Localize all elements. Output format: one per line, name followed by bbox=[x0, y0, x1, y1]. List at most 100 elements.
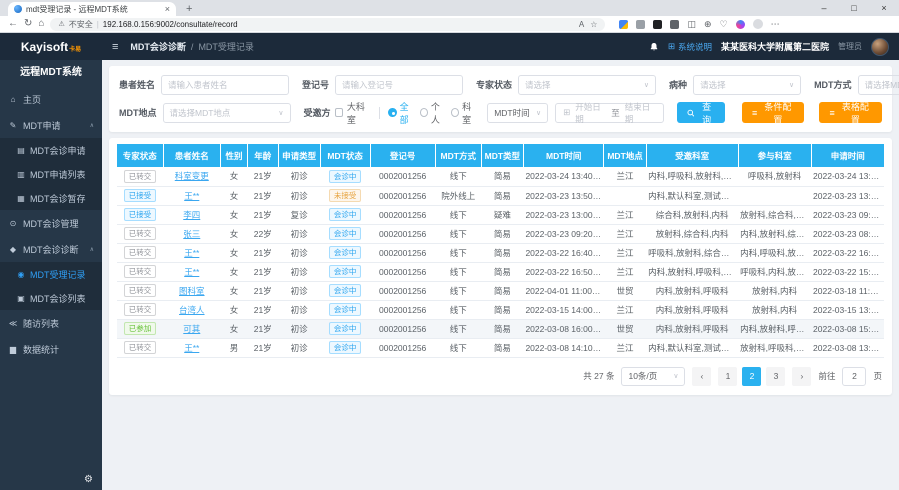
home-icon[interactable]: ⌂ bbox=[38, 19, 44, 29]
extension-icon-3[interactable] bbox=[653, 20, 662, 29]
sidebar: 远程MDT系统 ⌂ 主页 ✎ MDT申请 ∧ ▤ MDT会诊申请 ▥ MDT申请… bbox=[0, 60, 102, 490]
sidebar-item-followup[interactable]: ≪ 随访列表 bbox=[0, 310, 102, 336]
radio-all[interactable]: 全部 bbox=[388, 100, 415, 126]
column-header: 参与科室 bbox=[738, 144, 811, 167]
screen: mdt受理记录 - 远程MDT系统 × + – □ × ← ↻ ⌂ ⚠ 不安全 … bbox=[0, 0, 899, 490]
patient-name-link[interactable]: 可其 bbox=[183, 324, 200, 334]
sidebar-item-mdt-manage[interactable]: ⊙ MDT会诊管理 bbox=[0, 210, 102, 236]
browser-essentials-icon[interactable]: ♡ bbox=[720, 19, 728, 30]
extension-icon-2[interactable] bbox=[636, 20, 645, 29]
chevron-up-icon: ∧ bbox=[90, 246, 94, 253]
radio-personal[interactable]: 个人 bbox=[420, 100, 447, 126]
patient-name-link[interactable]: 王** bbox=[184, 267, 199, 277]
radio-dept[interactable]: 科室 bbox=[451, 100, 478, 126]
profile-avatar-icon[interactable] bbox=[753, 19, 763, 29]
patient-name-input[interactable] bbox=[161, 75, 289, 95]
cell-apply-type: 初诊 bbox=[278, 224, 320, 243]
address-bar[interactable]: ⚠ 不安全 | 192.168.0.156:9002/consultate/re… bbox=[50, 18, 605, 31]
refresh-icon[interactable]: ↻ bbox=[24, 19, 32, 29]
sidebar-item-mdt-consult-apply[interactable]: ▤ MDT会诊申请 bbox=[0, 138, 102, 162]
chevron-down-icon: ∨ bbox=[789, 81, 794, 89]
sidebar-item-mdt-apply[interactable]: ✎ MDT申请 ∧ bbox=[0, 112, 102, 138]
cell-participant-depts: 呼吸科,内科,放射科,影像科 bbox=[738, 262, 811, 281]
bell-icon[interactable] bbox=[649, 42, 659, 52]
table-row: 已接受 李四 女 21岁 复诊 会诊中 0002001256 线下 疑难 202… bbox=[117, 205, 884, 224]
browser-tab[interactable]: mdt受理记录 - 远程MDT系统 × bbox=[8, 2, 176, 16]
search-button[interactable]: 查询 bbox=[677, 102, 725, 123]
new-tab-button[interactable]: + bbox=[186, 2, 192, 16]
cell-age: 21岁 bbox=[247, 167, 278, 186]
mdt-location-select[interactable]: 请选择MDT地点 ∨ bbox=[163, 103, 291, 123]
gear-icon[interactable]: ⚙ bbox=[84, 474, 93, 485]
mdt-mode-select[interactable]: 请选择MDT方式 ∨ bbox=[858, 75, 899, 95]
split-screen-icon[interactable]: ◫ bbox=[687, 19, 696, 30]
table-config-button[interactable]: ≡ 表格配置 bbox=[819, 102, 882, 123]
sidebar-item-mdt-record[interactable]: ◉ MDT受理记录 bbox=[0, 262, 102, 286]
cell-expert-status: 已接受 bbox=[117, 205, 163, 224]
cell-mdt-status: 会诊中 bbox=[320, 281, 370, 300]
cell-patient-name: 科室变更 bbox=[163, 167, 221, 186]
cell-reg-no: 0002001256 bbox=[370, 186, 435, 205]
expert-status-tag: 已转交 bbox=[124, 265, 157, 279]
copilot-icon[interactable] bbox=[736, 20, 745, 29]
favorite-star-icon[interactable]: ☆ bbox=[590, 20, 597, 29]
system-help-link[interactable]: ⊞ 系统说明 bbox=[668, 41, 712, 53]
read-aloud-icon[interactable]: A bbox=[579, 20, 584, 29]
patient-name-link[interactable]: 李四 bbox=[183, 210, 200, 220]
menu-icon[interactable]: ⋯ bbox=[771, 19, 780, 30]
big-dept-checkbox[interactable] bbox=[335, 108, 343, 117]
sidebar-item-mdt-consult-list[interactable]: ▣ MDT会诊列表 bbox=[0, 286, 102, 310]
cell-gender: 女 bbox=[221, 205, 248, 224]
tab-close-icon[interactable]: × bbox=[165, 4, 170, 14]
chevron-down-icon: ∨ bbox=[673, 372, 678, 380]
patient-name-link[interactable]: 图科室 bbox=[179, 286, 205, 296]
cell-expert-status: 已转交 bbox=[117, 300, 163, 319]
page-button-1[interactable]: 1 bbox=[718, 367, 737, 386]
warning-icon: ⚠ bbox=[58, 20, 64, 28]
page-button-2[interactable]: 2 bbox=[742, 367, 761, 386]
cell-mdt-mode: 线下 bbox=[435, 281, 481, 300]
table-row: 已转交 张三 女 22岁 初诊 会诊中 0002001256 线下 简易 202… bbox=[117, 224, 884, 243]
user-avatar[interactable] bbox=[871, 38, 889, 56]
patient-name-link[interactable]: 科室变更 bbox=[175, 171, 209, 181]
prev-page-button[interactable]: ‹ bbox=[692, 367, 711, 386]
time-type-select[interactable]: MDT时间 ∨ bbox=[487, 103, 548, 123]
patient-name-link[interactable]: 台湾人 bbox=[179, 305, 205, 315]
back-icon[interactable]: ← bbox=[8, 19, 18, 29]
goto-page-input[interactable] bbox=[842, 367, 866, 386]
patient-name-link[interactable]: 王** bbox=[184, 248, 199, 258]
close-button[interactable]: × bbox=[869, 0, 899, 16]
column-header: 申请类型 bbox=[278, 144, 320, 167]
expert-status-select[interactable]: 请选择 ∨ bbox=[518, 75, 656, 95]
patient-name-link[interactable]: 张三 bbox=[183, 229, 200, 239]
date-range-picker[interactable]: ⊞ 开始日期 至 结束日期 bbox=[555, 103, 664, 123]
cell-gender: 女 bbox=[221, 167, 248, 186]
disease-select[interactable]: 请选择 ∨ bbox=[693, 75, 801, 95]
restore-button[interactable]: □ bbox=[839, 0, 869, 16]
next-page-button[interactable]: › bbox=[792, 367, 811, 386]
page-size-select[interactable]: 10条/页 ∨ bbox=[621, 367, 685, 386]
patient-name-link[interactable]: 王** bbox=[184, 343, 199, 353]
patient-name-link[interactable]: 王** bbox=[184, 191, 199, 201]
extension-icon-4[interactable] bbox=[670, 20, 679, 29]
page-button-3[interactable]: 3 bbox=[766, 367, 785, 386]
cell-gender: 女 bbox=[221, 224, 248, 243]
sidebar-collapse-icon[interactable]: ≡ bbox=[112, 41, 118, 53]
cell-apply-type: 初诊 bbox=[278, 281, 320, 300]
sliders-icon: ≡ bbox=[752, 108, 757, 118]
sidebar-item-stats[interactable]: ▆ 数据统计 bbox=[0, 336, 102, 362]
cell-age: 21岁 bbox=[247, 205, 278, 224]
sidebar-item-mdt-diagnose[interactable]: ◆ MDT会诊诊断 ∧ bbox=[0, 236, 102, 262]
cell-reg-no: 0002001256 bbox=[370, 205, 435, 224]
condition-config-button[interactable]: ≡ 条件配置 bbox=[742, 102, 805, 123]
extension-icon-1[interactable] bbox=[619, 20, 628, 29]
cell-patient-name: 李四 bbox=[163, 205, 221, 224]
submenu: ▤ MDT会诊申请 ▥ MDT申请列表 ▦ MDT会诊暂存 bbox=[0, 138, 102, 210]
collections-icon[interactable]: ⊕ bbox=[704, 19, 712, 30]
sidebar-item-mdt-consult-draft[interactable]: ▦ MDT会诊暂存 bbox=[0, 186, 102, 210]
expert-status-tag: 已转交 bbox=[124, 284, 157, 298]
sidebar-item-mdt-apply-list[interactable]: ▥ MDT申请列表 bbox=[0, 162, 102, 186]
sidebar-item-home[interactable]: ⌂ 主页 bbox=[0, 86, 102, 112]
register-no-input[interactable] bbox=[335, 75, 463, 95]
minimize-button[interactable]: – bbox=[809, 0, 839, 16]
